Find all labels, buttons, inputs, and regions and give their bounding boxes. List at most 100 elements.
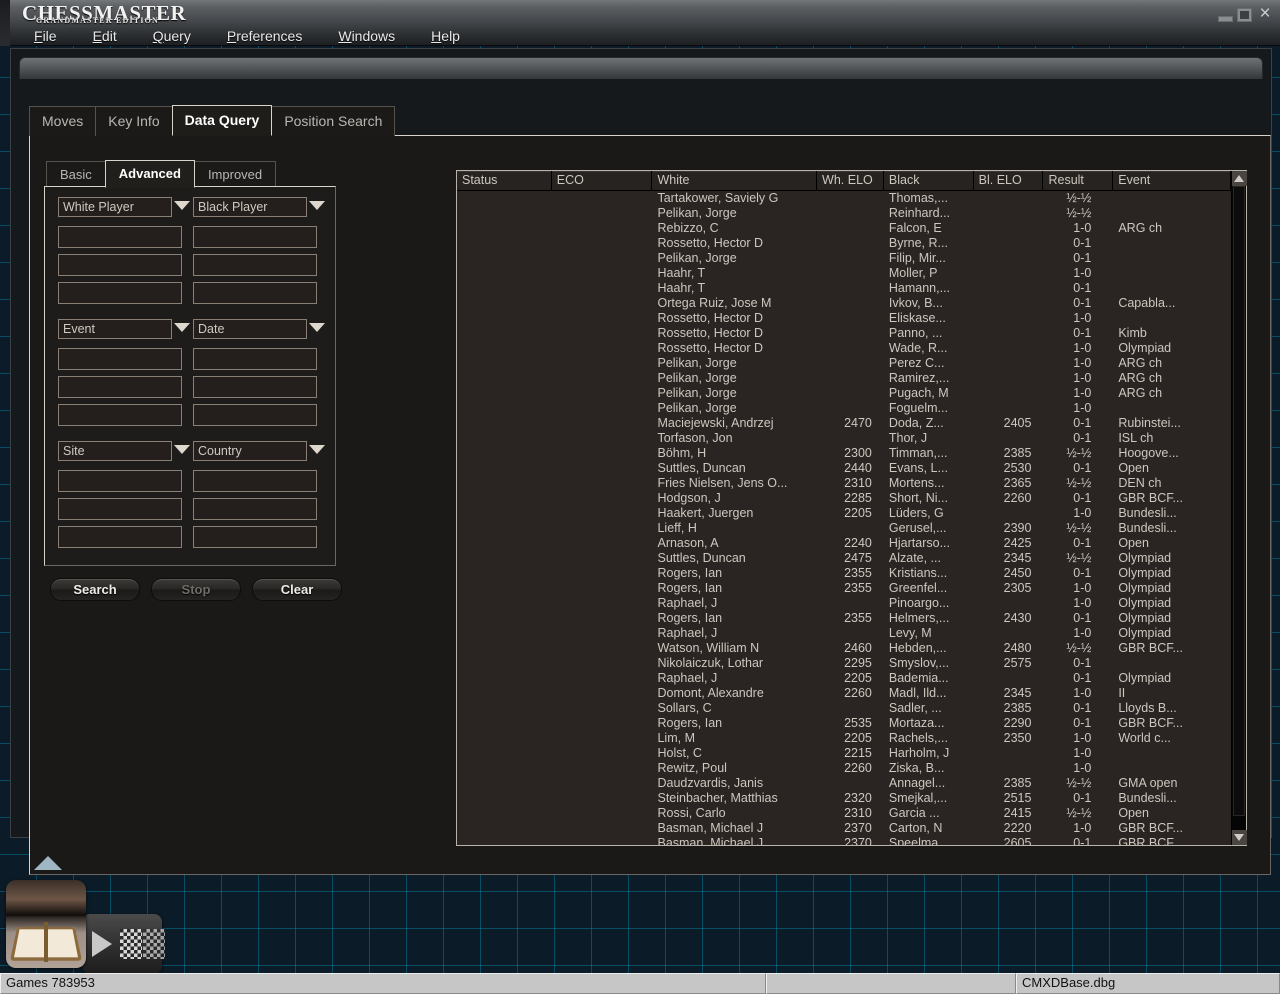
table-row[interactable]: Basman, Michael J 2370 Carton, N 2220 1-0 GBR…: [457, 821, 1231, 836]
input-event-1[interactable]: [58, 348, 182, 370]
minimize-icon[interactable]: [1218, 8, 1233, 22]
table-row[interactable]: Haahr, T Hamann,... 0-1: [457, 281, 1231, 296]
scroll-down-icon[interactable]: [1232, 830, 1247, 845]
table-row[interactable]: Pelikan, Jorge Perez C... 1-0 ARG ch: [457, 356, 1231, 371]
table-row[interactable]: Torfason, Jon Thor, J 0-1 ISL ch: [457, 431, 1231, 446]
table-row[interactable]: Rogers, Ian 2355 Greenfel... 2305 1-0 Olympia…: [457, 581, 1231, 596]
table-row[interactable]: Hodgson, J 2285 Short, Ni... 2260 0-1 GBR BCF…: [457, 491, 1231, 506]
column-header-wh-elo[interactable]: Wh. ELO: [817, 171, 884, 191]
combo-country[interactable]: Country: [193, 441, 325, 461]
tab-strip[interactable]: Moves Key Info Data Query Position Search: [29, 105, 396, 136]
table-row[interactable]: Rossetto, Hector D Panno, ... 0-1 Kimb: [457, 326, 1231, 341]
combo-event[interactable]: Event: [58, 319, 190, 339]
grid-body[interactable]: Tartakower, Saviely G Thomas,... ½-½ Pelika…: [457, 191, 1231, 845]
table-row[interactable]: Steinbacher, Matthias 2320 Smejkal,... 2515…: [457, 791, 1231, 806]
input-black-player-3[interactable]: [193, 282, 317, 304]
combo-black-player[interactable]: Black Player: [193, 197, 325, 217]
tab-moves[interactable]: Moves: [29, 106, 97, 136]
column-header-status[interactable]: Status: [457, 171, 552, 191]
sub-tab-strip[interactable]: Basic Advanced Improved: [46, 160, 277, 188]
table-row[interactable]: Pelikan, Jorge Filip, Mir... 0-1: [457, 251, 1231, 266]
search-button[interactable]: Search: [50, 578, 140, 601]
combo-label-site[interactable]: Site: [58, 441, 172, 461]
table-row[interactable]: Pelikan, Jorge Pugach, M 1-0 ARG ch: [457, 386, 1231, 401]
play-launcher-button[interactable]: [82, 914, 165, 974]
button-row[interactable]: Search Stop Clear: [50, 578, 342, 601]
table-row[interactable]: Rogers, Ian 2355 Helmers,... 2430 0-1 Olympia…: [457, 611, 1231, 626]
column-header-black[interactable]: Black: [883, 171, 974, 191]
input-white-player-1[interactable]: [58, 226, 182, 248]
table-row[interactable]: Lim, M 2205 Rachels,... 2350 1-0 World c...: [457, 731, 1231, 746]
table-row[interactable]: Suttles, Duncan 2475 Alzate, ... 2345 ½-½ Oly…: [457, 551, 1231, 566]
subtab-improved[interactable]: Improved: [193, 161, 277, 188]
combo-label-date[interactable]: Date: [193, 319, 307, 339]
table-row[interactable]: Haahr, T Moller, P 1-0: [457, 266, 1231, 281]
book-icon[interactable]: [6, 880, 86, 968]
input-white-player-2[interactable]: [58, 254, 182, 276]
vertical-scrollbar[interactable]: [1231, 171, 1247, 845]
table-row[interactable]: Raphael, J Pinoargo... 1-0 Olympiad: [457, 596, 1231, 611]
table-row[interactable]: Raphael, J Levy, M 1-0 Olympiad: [457, 626, 1231, 641]
table-row[interactable]: Domont, Alexandre 2260 Madl, Ild... 2345 1-0…: [457, 686, 1231, 701]
maximize-icon[interactable]: [1237, 8, 1252, 22]
chevron-down-icon[interactable]: [174, 201, 190, 210]
results-grid[interactable]: Status ECO White Wh. ELO Black Bl. ELO Result E…: [456, 170, 1247, 846]
chevron-down-icon[interactable]: [309, 201, 325, 210]
table-row[interactable]: Rogers, Ian 2535 Mortaza... 2290 0-1 GBR BCF.…: [457, 716, 1231, 731]
table-row[interactable]: Pelikan, Jorge Ramirez,... 1-0 ARG ch: [457, 371, 1231, 386]
menu-item-help[interactable]: Help: [413, 26, 478, 46]
input-event-2[interactable]: [58, 376, 182, 398]
table-row[interactable]: Rogers, Ian 2355 Kristians... 2450 0-1 Olympi…: [457, 566, 1231, 581]
menu-item-query[interactable]: Query: [135, 26, 209, 46]
subtab-advanced[interactable]: Advanced: [104, 160, 195, 188]
table-row[interactable]: Ortega Ruiz, Jose M Ivkov, B... 0-1 Capabla…: [457, 296, 1231, 311]
chevron-down-icon[interactable]: [174, 323, 190, 332]
table-row[interactable]: Lieff, H Gerusel,... 2390 ½-½ Bundesli...: [457, 521, 1231, 536]
input-white-player-3[interactable]: [58, 282, 182, 304]
input-date-1[interactable]: [193, 348, 317, 370]
column-header-event[interactable]: Event: [1113, 171, 1231, 191]
grid-header-row[interactable]: Status ECO White Wh. ELO Black Bl. ELO Result E…: [457, 171, 1231, 191]
table-row[interactable]: Arnason, A 2240 Hjartarso... 2425 0-1 Open: [457, 536, 1231, 551]
clear-button[interactable]: Clear: [252, 578, 342, 601]
table-row[interactable]: Nikolaiczuk, Lothar 2295 Smyslov,... 2575 0-…: [457, 656, 1231, 671]
menu-item-edit[interactable]: Edit: [75, 26, 135, 46]
table-row[interactable]: Pelikan, Jorge Foguelm... 1-0: [457, 401, 1231, 416]
column-header-result[interactable]: Result: [1043, 171, 1114, 191]
chevron-up-icon[interactable]: [34, 856, 62, 870]
menu-bar[interactable]: File Edit Query Preferences Windows Help: [16, 26, 478, 46]
input-site-3[interactable]: [58, 526, 182, 548]
combo-white-player[interactable]: White Player: [58, 197, 190, 217]
table-row[interactable]: Pelikan, Jorge Reinhard... ½-½: [457, 206, 1231, 221]
scroll-up-icon[interactable]: [1232, 171, 1247, 186]
tab-position-search[interactable]: Position Search: [271, 106, 396, 136]
menu-item-file[interactable]: File: [16, 26, 75, 46]
table-row[interactable]: Maciejewski, Andrzej 2470 Doda, Z... 2405 0-…: [457, 416, 1231, 431]
column-header-eco[interactable]: ECO: [551, 171, 653, 191]
table-row[interactable]: Rossetto, Hector D Byrne, R... 0-1: [457, 236, 1231, 251]
column-header-bl-elo[interactable]: Bl. ELO: [973, 171, 1044, 191]
close-icon[interactable]: ×: [1256, 4, 1274, 24]
input-country-3[interactable]: [193, 526, 317, 548]
combo-date[interactable]: Date: [193, 319, 325, 339]
table-row[interactable]: Rebizzo, C Falcon, E 1-0 ARG ch: [457, 221, 1231, 236]
input-date-3[interactable]: [193, 404, 317, 426]
table-row[interactable]: Rossi, Carlo 2310 Garcia ... 2415 ½-½ Open: [457, 806, 1231, 821]
tab-key-info[interactable]: Key Info: [95, 106, 173, 136]
chevron-down-icon[interactable]: [174, 445, 190, 454]
input-country-2[interactable]: [193, 498, 317, 520]
input-country-1[interactable]: [193, 470, 317, 492]
scrollbar-track[interactable]: [1232, 186, 1246, 830]
chevron-down-icon[interactable]: [309, 445, 325, 454]
table-row[interactable]: Haakert, Juergen 2205 Lüders, G 1-0 Bundesli…: [457, 506, 1231, 521]
combo-label-event[interactable]: Event: [58, 319, 172, 339]
table-row[interactable]: Tartakower, Saviely G Thomas,... ½-½: [457, 191, 1231, 206]
table-row[interactable]: Böhm, H 2300 Timman,... 2385 ½-½ Hoogove...: [457, 446, 1231, 461]
window-controls[interactable]: ×: [1218, 4, 1274, 24]
subtab-basic[interactable]: Basic: [46, 161, 106, 188]
input-site-2[interactable]: [58, 498, 182, 520]
menu-item-windows[interactable]: Windows: [320, 26, 413, 46]
table-row[interactable]: Holst, C 2215 Harholm, J 1-0: [457, 746, 1231, 761]
input-black-player-2[interactable]: [193, 254, 317, 276]
combo-label-country[interactable]: Country: [193, 441, 307, 461]
